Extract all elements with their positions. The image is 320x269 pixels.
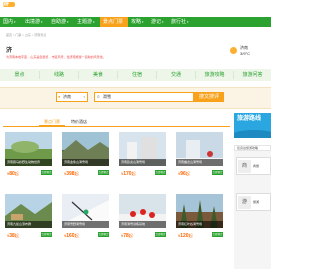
book-button[interactable]: 立即预订: [155, 170, 166, 175]
tab-guides[interactable]: 旅游攻略: [196, 69, 233, 81]
card-price: ¥398起: [64, 171, 79, 177]
card-title: 济南跑马岭野生动物世界: [5, 159, 52, 166]
list-item[interactable]: 济南蟠龙山滑雪场 ¥96起 立即预订: [176, 132, 223, 183]
category-tabs: 景点 线路 美食 住宿 交通 旅游攻略 旅游问答: [0, 69, 271, 81]
card-price: ¥170起: [121, 171, 136, 177]
book-button[interactable]: 立即预订: [212, 232, 223, 237]
business-icon: 商: [238, 160, 251, 173]
book-button[interactable]: 立即预订: [155, 232, 166, 237]
nav-item-selfguided[interactable]: 自助游▾: [48, 17, 74, 27]
card-price: ¥120起: [178, 233, 193, 239]
promo-banner[interactable]: 旅游路线: [234, 113, 271, 138]
promo-title: 旅游路线: [237, 116, 262, 122]
search-button[interactable]: 搜文搜评: [194, 92, 224, 102]
nav-item-theme[interactable]: 主题游▾: [74, 17, 100, 27]
book-button[interactable]: 立即预订: [41, 232, 52, 237]
tab-routes[interactable]: 线路: [40, 69, 78, 81]
title-block: 济 为济南本地宇宙... 山东是您游览... 市区风景，给济南旅游一道新的风景线…: [6, 45, 106, 59]
page-subtitle: 为济南本地宇宙... 山东是您游览... 市区风景，给济南旅游一道新的风景线。: [6, 55, 106, 59]
city-value: 济南: [63, 94, 71, 99]
card-price: ¥96起: [178, 171, 190, 177]
search-query-value: 滑雪: [103, 94, 111, 99]
top-bar: 游: [0, 0, 271, 9]
side-button-label: 旅游: [253, 200, 260, 204]
page-title: 济: [6, 48, 13, 54]
card-price: ¥78起: [121, 233, 133, 239]
tab-food[interactable]: 美食: [79, 69, 117, 81]
card-title: 济南雪野滑雪场: [62, 221, 109, 228]
side-button-business[interactable]: 商 商旅: [236, 157, 271, 175]
chevron-down-icon: ▾: [83, 95, 85, 99]
book-button[interactable]: 立即预订: [212, 170, 223, 175]
nav-item-travelogue[interactable]: 游记▾: [148, 17, 168, 27]
side-button-label: 商旅: [253, 164, 260, 168]
book-button[interactable]: 立即预订: [41, 170, 52, 175]
list-item[interactable]: 济南雪野滑雪场 ¥160起 立即预订: [62, 194, 109, 245]
card-price: ¥38起: [7, 233, 19, 239]
tab-hotels[interactable]: 住宿: [118, 69, 156, 81]
card-title: 济南滑雪训练基地: [119, 221, 166, 228]
location-pin-icon: ●: [58, 94, 61, 99]
side-panel: 您身边旅游攻略 商 商旅 游 旅游: [234, 145, 271, 269]
nav-item-guides[interactable]: 攻略▾: [128, 17, 148, 27]
card-price: ¥80起: [7, 171, 19, 177]
list-tab-tickets[interactable]: 景点门票: [39, 117, 65, 127]
logo-text: 游: [3, 1, 10, 7]
weather-temp: 3/9°C: [240, 51, 251, 56]
card-title: 济南金象山滑雪场: [62, 159, 109, 166]
tab-qa[interactable]: 旅游问答: [234, 69, 271, 81]
sun-icon: [230, 47, 237, 54]
list-tabs: 景点门票 特价酒店: [3, 115, 230, 127]
list-item[interactable]: 济南红叶谷滑雪场 ¥120起 立即预订: [176, 194, 223, 245]
search-icon: ⌕: [97, 94, 100, 100]
main-nav: 国内▾ 出境游▾ 自助游▾ 主题游▾ 景点门票▾ 攻略▾ 游记▾ 旅行社▾: [0, 17, 271, 34]
card-title: 济南红叶谷滑雪场: [176, 221, 223, 228]
search-input[interactable]: ⌕ 滑雪: [94, 92, 194, 102]
list-tab-hotels[interactable]: 特价酒店: [66, 117, 92, 127]
side-button-travel[interactable]: 游 旅游: [236, 193, 271, 211]
nav-item-outbound[interactable]: 出境游▾: [22, 17, 48, 27]
book-button[interactable]: 立即预订: [98, 232, 109, 237]
card-title: 济南卧虎山滑雪场: [119, 159, 166, 166]
nav-item-domestic[interactable]: 国内▾: [0, 17, 22, 27]
list-item[interactable]: 济南跑马岭野生动物世界 ¥80起 立即预订: [5, 132, 52, 183]
weather-widget: 济南 3/9°C: [230, 45, 265, 60]
card-title: 济南蟠龙山滑雪场: [176, 159, 223, 166]
tab-transport[interactable]: 交通: [157, 69, 195, 81]
list-item[interactable]: 济南滑雪训练基地 ¥78起 立即预订: [119, 194, 166, 245]
list-item[interactable]: 济南九如山瀑布群 ¥38起 立即预订: [5, 194, 52, 245]
nav-item-tickets[interactable]: 景点门票▾: [100, 17, 128, 34]
card-title: 济南九如山瀑布群: [5, 221, 52, 228]
brand-logo[interactable]: 游: [0, 0, 16, 9]
nav-item-agency[interactable]: 旅行社▾: [168, 17, 194, 27]
breadcrumb[interactable]: 首页 > 门票 > 山东 > 济南景点: [6, 33, 46, 37]
book-button[interactable]: 立即预订: [98, 170, 109, 175]
list-item[interactable]: 济南卧虎山滑雪场 ¥170起 立即预订: [119, 132, 166, 183]
side-panel-header: 您身边旅游攻略: [234, 145, 271, 151]
tab-attractions[interactable]: 景点: [0, 69, 39, 81]
travel-icon: 游: [238, 196, 251, 209]
city-select[interactable]: ● 济南 ▾: [56, 92, 88, 102]
card-price: ¥160起: [64, 233, 79, 239]
promo-wave: [234, 130, 271, 138]
list-item[interactable]: 济南金象山滑雪场 ¥398起 立即预订: [62, 132, 109, 183]
